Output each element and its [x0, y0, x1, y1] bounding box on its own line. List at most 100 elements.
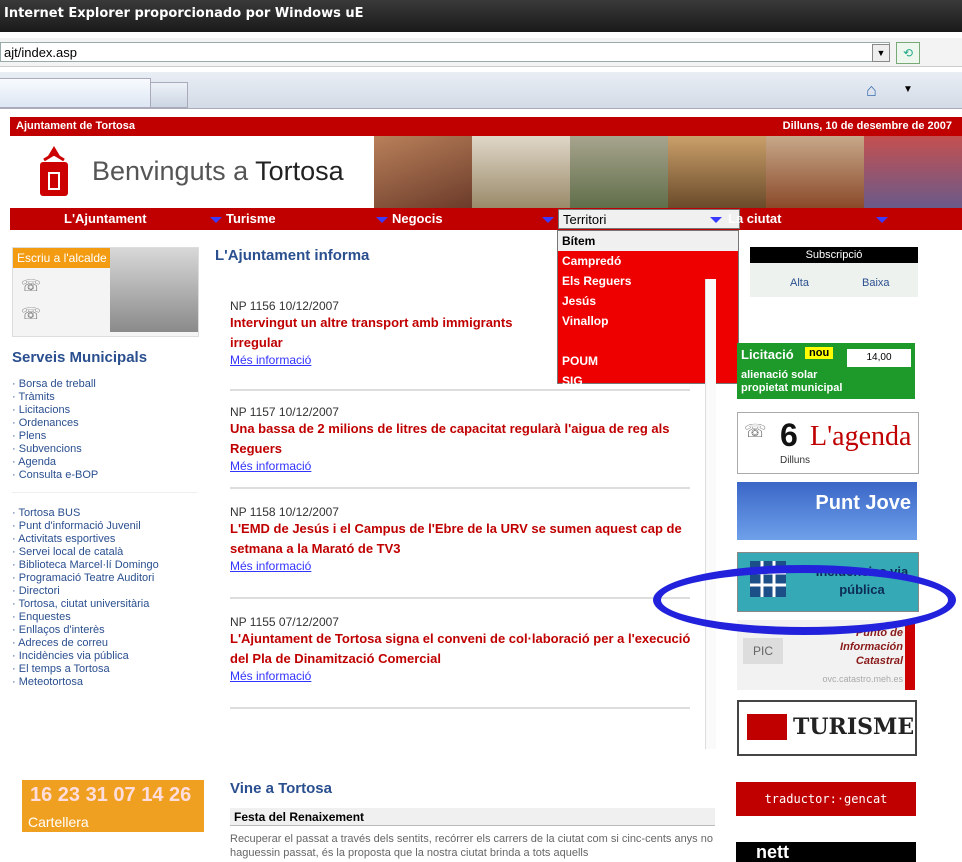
right-column: Subscripció Alta Baixa: [733, 247, 918, 297]
news-section: L'Ajuntament informa NP 1156 10/12/2007 …: [215, 247, 716, 749]
licitacio-banner[interactable]: Licitació nou 14,00 alienació solar prop…: [737, 343, 915, 399]
chevron-down-icon[interactable]: [542, 217, 554, 223]
photo-building: [766, 136, 864, 208]
news-headline[interactable]: L'Ajuntament de Tortosa signa el conveni…: [230, 629, 695, 669]
divider: [230, 707, 690, 709]
home-icon[interactable]: ⌂: [866, 80, 877, 101]
news-item: NP 1157 10/12/2007 Una bassa de 2 milion…: [230, 405, 695, 473]
more-link[interactable]: Més informació: [230, 559, 695, 573]
cartellera-numbers: 16 23 31 07 14 26: [30, 784, 192, 806]
home-dropdown-icon[interactable]: ▼: [903, 84, 913, 95]
link-biblioteca[interactable]: Biblioteca Marcel·lí Domingo: [12, 559, 197, 572]
alcalde-box[interactable]: Escriu a l'alcalde ☏ ☏: [12, 247, 199, 337]
link-teatre[interactable]: Programació Teatre Auditori: [12, 572, 197, 585]
address-input[interactable]: ajt/index.asp: [0, 42, 890, 62]
link-licitacions[interactable]: Licitacions: [12, 404, 197, 417]
nett-banner[interactable]: nett: [736, 842, 916, 862]
cartellera-title: Cartellera: [28, 814, 89, 830]
bottom-section: 16 23 31 07 14 26 Cartellera Vine a Tort…: [10, 770, 962, 862]
licit-desc: alienació solar propietat municipal: [741, 369, 843, 394]
photo-arches: [668, 136, 766, 208]
news-headline[interactable]: Intervingut un altre transport amb immig…: [230, 313, 550, 353]
chevron-down-icon[interactable]: [876, 217, 888, 223]
link-temps[interactable]: El temps a Tortosa: [12, 663, 197, 676]
news-item: NP 1156 10/12/2007 Intervingut un altre …: [230, 299, 695, 367]
left-column: Escriu a l'alcalde ☏ ☏ Serveis Municipal…: [12, 247, 199, 689]
tortosa-crest-icon[interactable]: [34, 144, 74, 200]
link-activitats-esportives[interactable]: Activitats esportives: [12, 533, 197, 546]
agenda-day: Dilluns: [780, 455, 811, 466]
licit-time: 14,00: [847, 349, 911, 367]
link-universitaria[interactable]: Tortosa, ciutat universitària: [12, 598, 197, 611]
welcome-city: Tortosa: [255, 156, 344, 186]
divider: [230, 597, 690, 599]
chevron-down-icon[interactable]: [210, 217, 222, 223]
news-list: NP 1156 10/12/2007 Intervingut un altre …: [215, 279, 716, 749]
serveis-title: Serveis Municipals: [12, 349, 148, 366]
current-date: Dilluns, 10 de desembre de 2007: [782, 120, 952, 132]
nav-negocis[interactable]: Negocis: [392, 208, 443, 230]
new-tab-button[interactable]: [150, 82, 188, 108]
subscripcio-box: Subscripció Alta Baixa: [750, 247, 918, 297]
news-headline[interactable]: L'EMD de Jesús i el Campus de l'Ebre de …: [230, 519, 695, 559]
catastral-url: ovc.catastro.meh.es: [822, 674, 903, 684]
agenda-banner[interactable]: ☏ 6 Dilluns L'agenda: [737, 412, 919, 474]
nav-turisme[interactable]: Turisme: [226, 208, 276, 230]
more-link[interactable]: Més informació: [230, 353, 695, 367]
nav-la-ciutat[interactable]: La ciutat: [728, 208, 781, 230]
chevron-down-icon[interactable]: [710, 217, 722, 223]
browser-title: Internet Explorer proporcionado por Wind…: [4, 6, 364, 21]
nou-badge: nou: [805, 347, 834, 359]
browser-tab[interactable]: [0, 78, 151, 108]
serveis-links: Borsa de treball Tràmits Licitacions Ord…: [12, 378, 197, 482]
chevron-down-icon[interactable]: [376, 217, 388, 223]
cartellera-banner[interactable]: 16 23 31 07 14 26 Cartellera: [22, 780, 204, 832]
link-enquestes[interactable]: Enquestes: [12, 611, 197, 624]
photo-courtyard: [472, 136, 570, 208]
municipality-name: Ajuntament de Tortosa: [16, 120, 135, 132]
phone-icon: ☏: [21, 306, 42, 323]
address-dropdown-icon[interactable]: ▼: [872, 44, 890, 62]
punt-jove-banner[interactable]: Punt Jove: [737, 482, 917, 540]
baixa-link[interactable]: Baixa: [862, 277, 890, 289]
news-meta: NP 1158 10/12/2007: [230, 505, 339, 519]
news-meta: NP 1157 10/12/2007: [230, 405, 339, 419]
alta-link[interactable]: Alta: [790, 277, 809, 289]
link-adreces[interactable]: Adreces de correu: [12, 637, 197, 650]
link-plens[interactable]: Plens: [12, 430, 197, 443]
photo-cathedral: [374, 136, 472, 208]
mayor-portrait[interactable]: [110, 248, 198, 332]
site-top-bar: Ajuntament de Tortosa Dilluns, 10 de des…: [10, 117, 962, 136]
traductor-banner[interactable]: traductor:·gencat: [736, 782, 916, 816]
turisme-title: TURISME: [793, 714, 915, 740]
link-directori[interactable]: Directori: [12, 585, 197, 598]
address-bar: ajt/index.asp ▼ ⟲: [0, 38, 962, 67]
link-servei-catala[interactable]: Servei local de català: [12, 546, 197, 559]
link-tortosa-bus[interactable]: Tortosa BUS: [12, 507, 197, 520]
punt-jove-title: Punt Jove: [815, 492, 911, 514]
link-enllacos[interactable]: Enllaços d'interès: [12, 624, 197, 637]
link-incidencies[interactable]: Incidències via pública: [12, 650, 197, 663]
site-header: Benvinguts a Tortosa: [10, 136, 962, 208]
turisme-banner[interactable]: TURISME: [737, 700, 917, 756]
refresh-icon[interactable]: ⟲: [896, 42, 920, 64]
link-meteotortosa[interactable]: Meteotortosa: [12, 676, 197, 689]
festa-title[interactable]: Festa del Renaixement: [230, 808, 715, 826]
more-link[interactable]: Més informació: [230, 669, 695, 683]
link-ordenances[interactable]: Ordenances: [12, 417, 197, 430]
link-ebop[interactable]: Consulta e-BOP: [12, 469, 197, 482]
link-borsa[interactable]: Borsa de treball: [12, 378, 197, 391]
news-meta: NP 1155 07/12/2007: [230, 615, 339, 629]
licitacio-title: Licitació: [741, 347, 794, 362]
link-agenda[interactable]: Agenda: [12, 456, 197, 469]
link-punt-info-juvenil[interactable]: Punt d'informació Juvenil: [12, 520, 197, 533]
news-scrollbar[interactable]: [705, 279, 716, 749]
divider: [230, 389, 690, 391]
nav-ajuntament[interactable]: L'Ajuntament: [64, 208, 147, 230]
more-link[interactable]: Més informació: [230, 459, 695, 473]
news-headline[interactable]: Una bassa de 2 milions de litres de capa…: [230, 419, 695, 459]
other-links: Tortosa BUS Punt d'informació Juvenil Ac…: [12, 507, 197, 689]
link-subvencions[interactable]: Subvencions: [12, 443, 197, 456]
link-tramits[interactable]: Tràmits: [12, 391, 197, 404]
festa-text: Recuperar el passat a través dels sentit…: [230, 833, 713, 859]
